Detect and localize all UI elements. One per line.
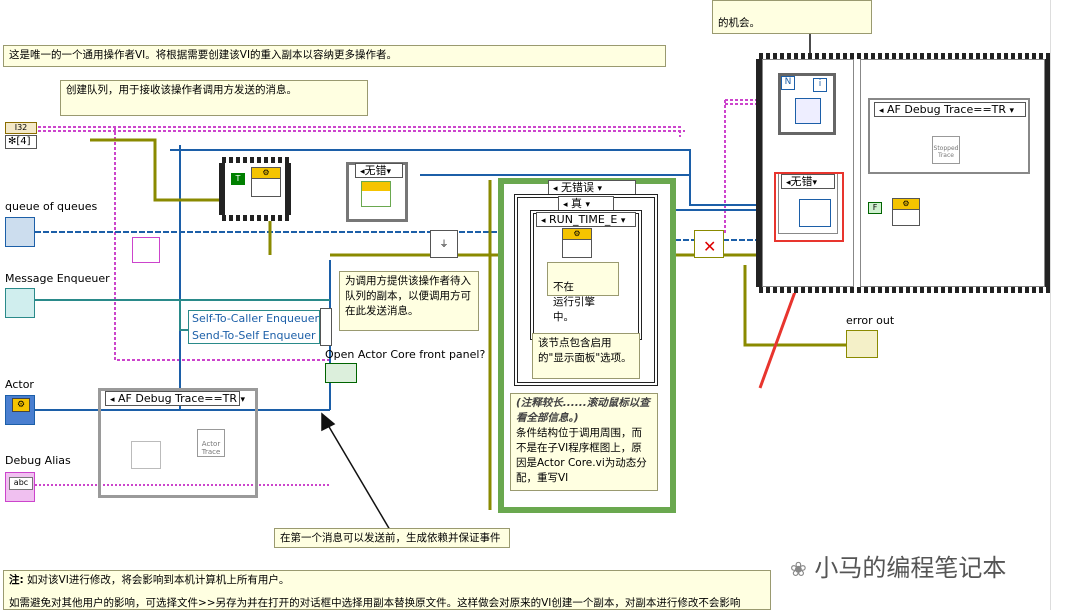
note-bottom: 注: 如对该VI进行修改，将会影响到本机计算机上所有用户。 如需避免对其他用户的… [3, 570, 771, 610]
note-top-right-text: 的机会。 [718, 17, 760, 29]
right-edge-panel [1050, 0, 1051, 610]
note-front-panel-option: 该节点包含启用的"显示面板"选项。 [532, 333, 640, 379]
case-label-af-debug-right: AF Debug Trace==TR [887, 103, 1007, 116]
debug-alias-label: Debug Alias [5, 454, 71, 467]
note-not-running: 不在 运行引擎中。 [547, 262, 619, 323]
shutdown-icon[interactable]: ⚙ [892, 198, 920, 226]
actor-core-icon [361, 181, 391, 207]
error-out-terminal[interactable] [846, 330, 878, 358]
watermark: ❀ 小马的编程笔记本 [790, 548, 1006, 583]
note-create-queue-text: 创建队列，用于接收该操作者调用方发送的消息。 [66, 84, 297, 96]
note-create-queue: 创建队列，用于接收该操作者调用方发送的消息。 [60, 80, 368, 116]
sequence-frame-init[interactable]: T ⚙ [219, 157, 291, 221]
next-case-icon: ▾ [240, 395, 246, 405]
self-to-caller-label: Self-To-Caller Enqueuer [192, 312, 320, 325]
queue-of-queues-label: queue of queues [5, 200, 98, 213]
wechat-icon: ❀ [790, 557, 807, 581]
for-loop[interactable]: N i [778, 73, 836, 135]
stopped-trace-text: Stopped Trace [933, 145, 959, 159]
enqueuer-cluster[interactable]: Self-To-Caller Enqueuer Send-To-Self Enq… [188, 310, 320, 344]
note-front-panel-option-text: 该节点包含启用的"显示面板"选项。 [538, 337, 632, 364]
case-label-no-error-1: 无错 [364, 164, 387, 177]
array-size-label: [4] [16, 136, 31, 147]
unbundle-node [320, 308, 332, 346]
note-top-right: 的机会。 [712, 0, 872, 34]
debug-alias-terminal[interactable]: abc [5, 472, 35, 502]
actor-label: Actor [5, 378, 34, 391]
note-unique-vi-text: 这是唯一的一个通用操作者VI。将根据需要创建该VI的重入副本以容纳更多操作者。 [9, 49, 398, 61]
note-long-body: 条件结构位于调用周围，而不是在子VI程序框图上，原因是Actor Core.vi… [516, 427, 647, 484]
obtain-queue-node[interactable] [132, 237, 160, 263]
release-queue-icon [795, 98, 821, 124]
note-bottom-bold: 注: [9, 574, 24, 586]
watermark-text: 小马的编程笔记本 [814, 554, 1007, 582]
note-unique-vi: 这是唯一的一个通用操作者VI。将根据需要创建该VI的重入副本以容纳更多操作者。 [3, 45, 666, 67]
note-long: (注释较长......滚动鼠标以查看全部信息。) 条件结构位于调用周围，而不是在… [510, 393, 658, 491]
message-enqueuer-terminal[interactable] [5, 288, 35, 318]
case-selector-true[interactable]: ◂ 真 ▾ [558, 196, 614, 211]
prev-case-icon: ◂ [563, 200, 568, 210]
red-highlight-box [774, 172, 844, 242]
open-front-panel-label: Open Actor Core front panel? [325, 348, 486, 361]
stopped-trace-icon: Stopped Trace [932, 136, 960, 164]
case-af-debug-left[interactable]: ◂ AF Debug Trace==TR ▾ Actor Trace [98, 388, 258, 498]
message-enqueuer-label: Message Enqueuer [5, 272, 110, 285]
actor-core-call-icon[interactable]: ⚙ [562, 228, 592, 258]
abc-constant: abc [9, 477, 33, 490]
loop-index-terminal: i [813, 78, 827, 92]
copy-queue-node[interactable]: ⏚ [430, 230, 458, 258]
merge-errors-node[interactable]: ✕ [694, 230, 724, 258]
case-selector-af-debug-right[interactable]: ◂ AF Debug Trace==TR ▾ [874, 102, 1026, 117]
true-constant-icon: T [231, 173, 245, 185]
open-front-panel-terminal[interactable] [325, 363, 357, 383]
case-selector-af-debug-left[interactable]: ◂ AF Debug Trace==TR ▾ [105, 391, 245, 406]
case-af-debug-right[interactable]: ◂ AF Debug Trace==TR ▾ Stopped Trace [868, 98, 1030, 174]
case-no-error-1[interactable]: ◂无错▾ [346, 162, 408, 222]
actor-terminal[interactable]: ⚙ [5, 395, 35, 425]
array-constant-4[interactable]: ✻[4] [5, 135, 37, 149]
case-label-no-error-2: 无错误 [561, 181, 595, 194]
note-copy-queue-text: 为调用方提供该操作者待入队列的副本，以便调用方可在此发送消息。 [345, 275, 471, 317]
actor-trace-icon: Actor Trace [197, 429, 225, 457]
init-actor-icon: ⚙ [251, 167, 281, 197]
loop-count-terminal: N [781, 76, 795, 90]
prev-case-icon: ◂ [879, 106, 884, 116]
actor-trace-text: Actor Trace [201, 440, 221, 456]
error-out-label: error out [846, 314, 895, 327]
note-first-message: 在第一个消息可以发送前，生成依赖并保证事件 [274, 528, 510, 548]
prev-case-icon: ◂ [110, 395, 115, 405]
case-label-runtime: RUN_TIME_E [549, 213, 618, 226]
next-case-icon: ▾ [386, 167, 392, 177]
next-case-icon: ▾ [620, 216, 626, 226]
case-selector-no-error-1[interactable]: ◂无错▾ [355, 163, 403, 178]
note-bottom-line2: 如需避免对其他用户的影响，可选择文件>>另存为并在打开的对话框中选择用副本替换原… [9, 597, 741, 609]
note-bottom-line1: 注: 如对该VI进行修改，将会影响到本机计算机上所有用户。 [9, 573, 765, 588]
note-copy-queue: 为调用方提供该操作者待入队列的副本，以便调用方可在此发送消息。 [339, 271, 479, 331]
array-constant-index[interactable]: I32 [5, 122, 37, 134]
case-selector-no-error-2[interactable]: ◂ 无错误 ▾ [548, 180, 636, 195]
note-first-message-text: 在第一个消息可以发送前，生成依赖并保证事件 [280, 532, 501, 544]
false-constant[interactable]: F [868, 202, 882, 214]
case-selector-runtime[interactable]: ◂ RUN_TIME_E ▾ [536, 212, 636, 227]
next-case-icon: ▾ [585, 200, 591, 210]
gear-icon: ⚙ [12, 398, 30, 412]
case-label-af-debug-left: AF Debug Trace==TR [118, 392, 238, 405]
note-long-title: (注释较长......滚动鼠标以查看全部信息。) [516, 397, 650, 424]
case-label-true: 真 [571, 197, 583, 210]
prev-case-icon: ◂ [553, 184, 558, 194]
send-to-self-label: Send-To-Self Enqueuer [192, 329, 316, 342]
next-case-icon: ▾ [597, 184, 603, 194]
prev-case-icon: ◂ [541, 216, 546, 226]
close-icon: ✕ [703, 237, 717, 256]
next-case-icon: ▾ [1009, 106, 1015, 116]
note-bottom-text1: 如对该VI进行修改，将会影响到本机计算机上所有用户。 [27, 574, 290, 586]
launcher-icon [131, 441, 161, 469]
queue-of-queues-terminal[interactable] [5, 217, 35, 247]
